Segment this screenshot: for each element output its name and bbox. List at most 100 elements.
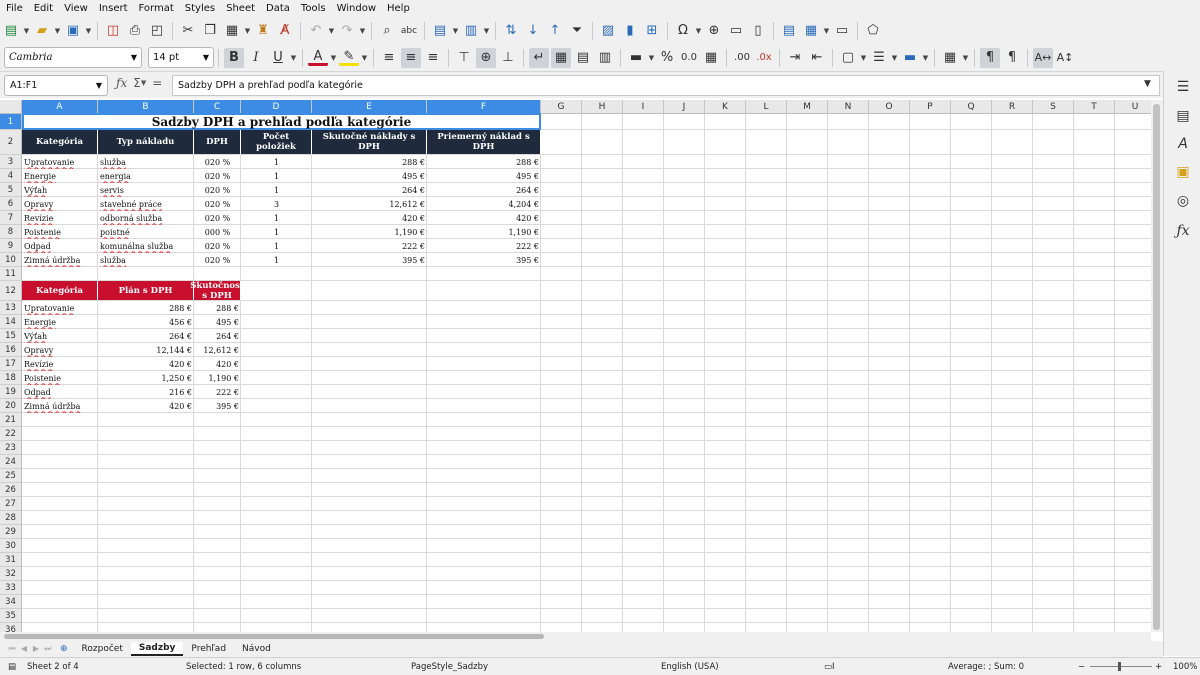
open-dropdown-icon[interactable]: ▼ — [53, 21, 62, 41]
comment-icon[interactable]: ▭ — [726, 21, 746, 41]
column-header-a[interactable]: A — [22, 100, 98, 114]
insert-chart-icon[interactable]: ▮ — [620, 21, 640, 41]
table1-cell[interactable]: Opravy — [22, 197, 98, 211]
underline-icon[interactable]: U — [268, 48, 288, 68]
border-style-dropdown-icon[interactable]: ▼ — [890, 48, 899, 68]
column-header-d[interactable]: D — [241, 100, 312, 114]
table1-cell[interactable]: Odpad — [22, 239, 98, 253]
zoom-slider-handle[interactable] — [1118, 662, 1121, 671]
menu-help[interactable]: Help — [387, 3, 410, 14]
zoom-slider[interactable] — [1090, 666, 1152, 667]
font-color-icon[interactable]: A — [308, 49, 328, 66]
merge-center-icon[interactable]: ▦ — [551, 47, 571, 68]
redo-icon[interactable]: ↷ — [337, 21, 357, 41]
expand-formula-icon[interactable]: ▼ — [1144, 79, 1151, 89]
table1-cell[interactable]: 495 € — [427, 169, 541, 183]
sheet-tab-4[interactable]: Návod — [234, 642, 279, 656]
clear-formatting-icon[interactable]: A̸ — [275, 21, 295, 41]
bold-icon[interactable]: B — [224, 47, 244, 68]
print-preview-icon[interactable]: ◰ — [147, 21, 167, 41]
freeze-dropdown-icon[interactable]: ▼ — [822, 21, 831, 41]
table1-cell[interactable]: 264 € — [312, 183, 427, 197]
menu-insert[interactable]: Insert — [99, 3, 128, 14]
table1-cell[interactable]: 1 — [241, 183, 312, 197]
table2-cell[interactable]: 495 € — [194, 315, 241, 329]
zoom-in-icon[interactable]: + — [1155, 662, 1162, 672]
sheet-tab-2[interactable]: Sadzby — [130, 642, 184, 656]
table2-cell[interactable]: 1,190 € — [194, 371, 241, 385]
row-header-3[interactable]: 3 — [0, 155, 22, 169]
table1-cell[interactable]: 420 € — [427, 211, 541, 225]
table2-cell[interactable]: Poistenie — [22, 371, 98, 385]
add-sheet-icon[interactable]: ⊕ — [60, 644, 68, 654]
row-header-16[interactable]: 16 — [0, 343, 22, 357]
first-sheet-icon[interactable]: ⏮ — [6, 644, 18, 654]
row-header-26[interactable]: 26 — [0, 483, 22, 497]
redo-dropdown-icon[interactable]: ▼ — [358, 21, 367, 41]
spreadsheet-grid[interactable]: A B C D E F G H I J K L M N O P Q R S T U 1 2 3 4 5 6 7 8 9 10 11 12 13 14… — [0, 100, 1151, 632]
row-header-7[interactable]: 7 — [0, 211, 22, 225]
new-dropdown-icon[interactable]: ▼ — [22, 21, 31, 41]
table1-cell[interactable]: služba — [98, 253, 194, 267]
italic-icon[interactable]: I — [246, 48, 266, 68]
add-decimal-icon[interactable]: .00 — [732, 48, 752, 68]
row-header-8[interactable]: 8 — [0, 225, 22, 239]
table1-cell[interactable]: 288 € — [312, 155, 427, 169]
sheet-tab-1[interactable]: Rozpočet — [74, 642, 131, 656]
table1-cell[interactable]: 1 — [241, 239, 312, 253]
table1-cell[interactable]: 4,204 € — [427, 197, 541, 211]
column-header-i[interactable]: I — [623, 100, 664, 114]
table1-cell[interactable]: odborná služba — [98, 211, 194, 225]
properties-icon[interactable]: ▤ — [1173, 106, 1193, 126]
show-draw-functions-icon[interactable]: ⬠ — [863, 21, 883, 41]
table2-cell[interactable]: Odpad — [22, 385, 98, 399]
table1-cell[interactable]: 020 % — [194, 211, 241, 225]
column-header-u[interactable]: U — [1115, 100, 1151, 114]
table1-cell[interactable]: Výťah — [22, 183, 98, 197]
open-folder-icon[interactable]: ▰ — [32, 21, 52, 41]
decrease-indent-icon[interactable]: ⇤ — [807, 48, 827, 68]
underline-dropdown-icon[interactable]: ▼ — [289, 48, 298, 68]
column-icon[interactable]: ▥ — [461, 21, 481, 41]
cut-icon[interactable]: ✂ — [178, 21, 198, 41]
row-header-20[interactable]: 20 — [0, 399, 22, 413]
table1-cell[interactable]: 222 € — [427, 239, 541, 253]
row-header-27[interactable]: 27 — [0, 497, 22, 511]
column-dropdown-icon[interactable]: ▼ — [482, 21, 491, 41]
table1-cell[interactable]: 020 % — [194, 239, 241, 253]
table1-cell[interactable]: 1 — [241, 155, 312, 169]
formula-icon[interactable]: = — [152, 76, 162, 90]
table1-cell[interactable]: Zimná údržba — [22, 253, 98, 267]
table2-cell[interactable]: Zimná údržba — [22, 399, 98, 413]
table1-cell[interactable]: 1 — [241, 211, 312, 225]
table2-header-1[interactable]: Kategória — [22, 281, 98, 300]
clone-formatting-icon[interactable]: ♜ — [253, 21, 273, 41]
function-wizard-icon[interactable]: ƒx — [116, 76, 127, 90]
styles-icon[interactable]: A — [1173, 134, 1193, 154]
row-header-15[interactable]: 15 — [0, 329, 22, 343]
highlight-dropdown-icon[interactable]: ▼ — [360, 48, 369, 68]
table1-cell[interactable]: stavebné práce — [98, 197, 194, 211]
menu-format[interactable]: Format — [139, 3, 174, 14]
split-window-icon[interactable]: ▭ — [832, 21, 852, 41]
font-color-dropdown-icon[interactable]: ▼ — [329, 48, 338, 68]
table2-cell[interactable]: 264 € — [98, 329, 194, 343]
border-color-icon[interactable]: ▬ — [900, 48, 920, 68]
table1-cell[interactable]: 1 — [241, 253, 312, 267]
unmerge-cells-icon[interactable]: ▥ — [595, 48, 615, 68]
table2-cell[interactable]: 420 € — [98, 399, 194, 413]
column-header-s[interactable]: S — [1033, 100, 1074, 114]
table1-cell[interactable]: 020 % — [194, 169, 241, 183]
table1-header-3[interactable]: DPH — [194, 130, 241, 154]
table2-cell[interactable]: 222 € — [194, 385, 241, 399]
row-header-36[interactable]: 36 — [0, 623, 22, 632]
row-dropdown-icon[interactable]: ▼ — [451, 21, 460, 41]
table1-cell[interactable]: Revízie — [22, 211, 98, 225]
currency-dropdown-icon[interactable]: ▼ — [647, 48, 656, 68]
align-middle-icon[interactable]: ⊕ — [476, 47, 496, 68]
menu-view[interactable]: View — [64, 3, 88, 14]
table2-cell[interactable]: 420 € — [194, 357, 241, 371]
select-all-corner[interactable] — [0, 100, 22, 114]
table1-cell[interactable]: energia — [98, 169, 194, 183]
currency-format-icon[interactable]: ▬ — [626, 48, 646, 68]
